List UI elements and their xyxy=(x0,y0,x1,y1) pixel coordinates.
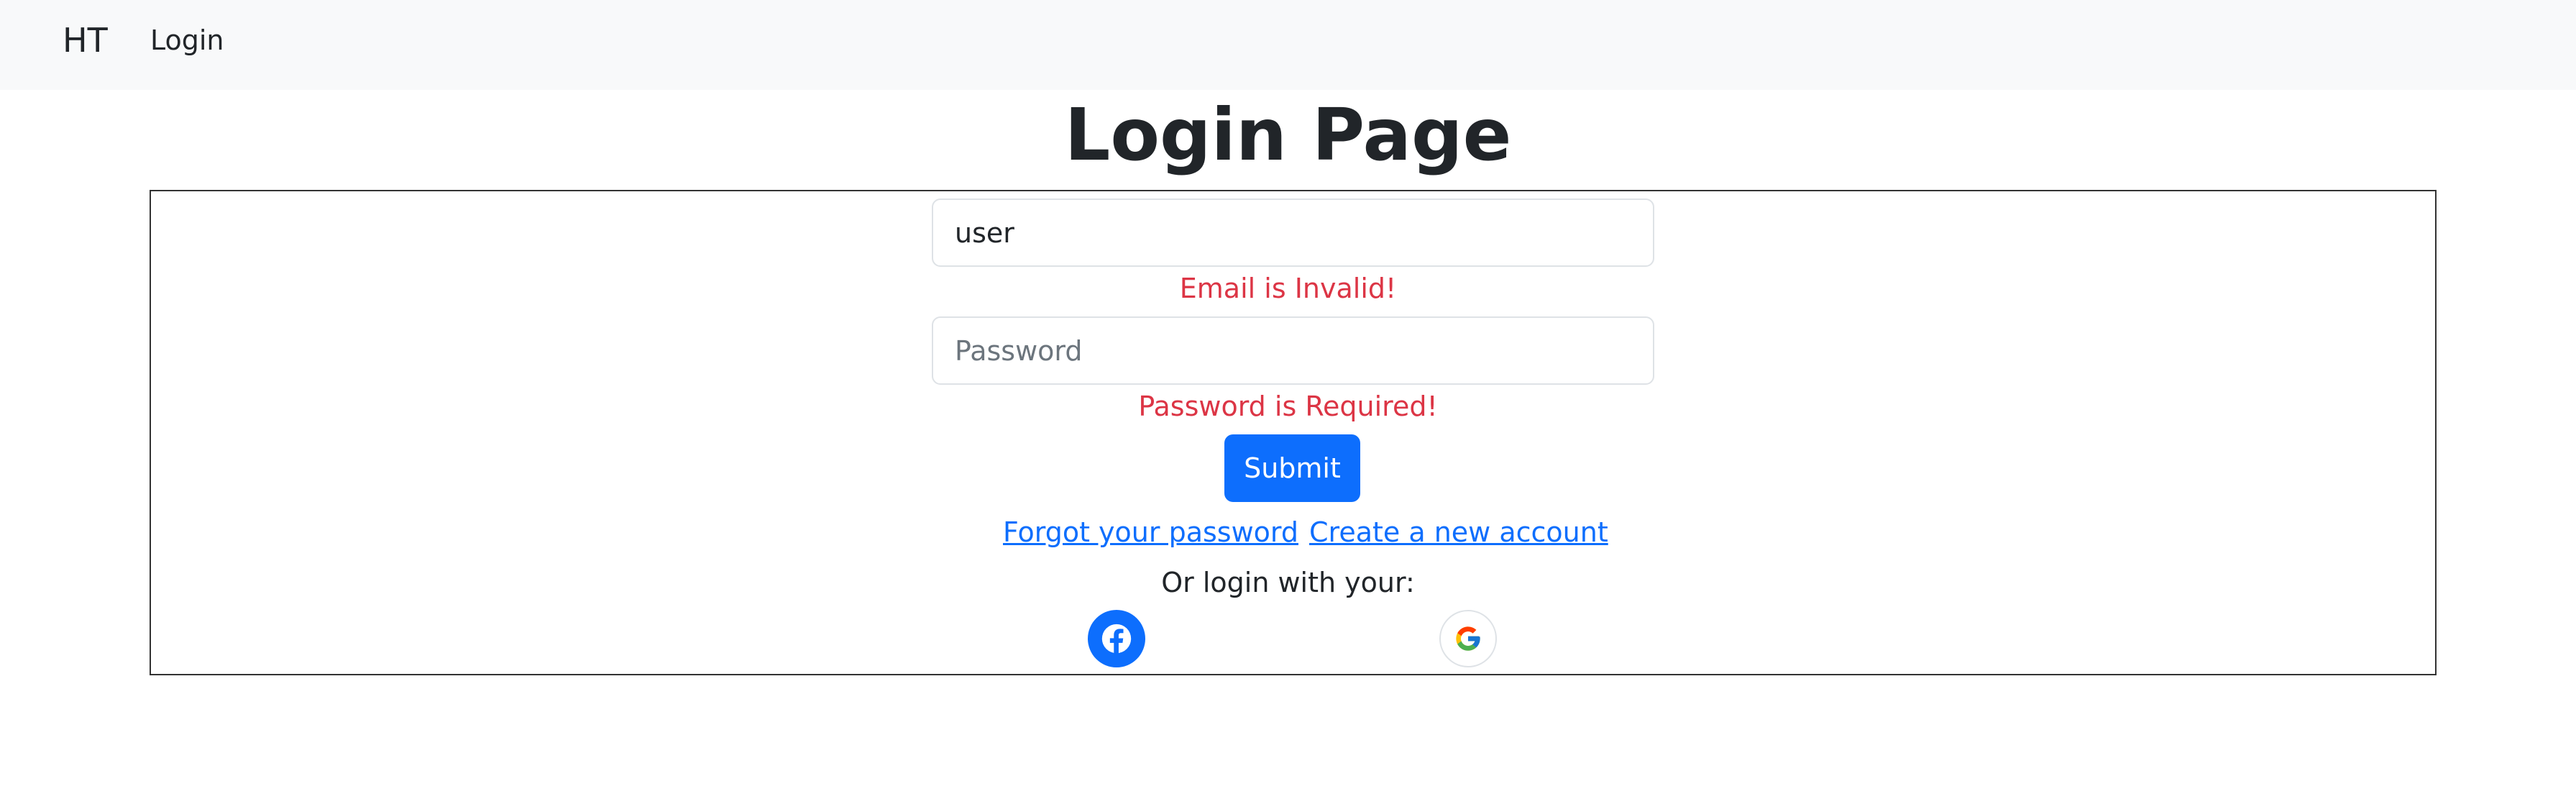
facebook-login-button[interactable] xyxy=(1088,610,1145,667)
navbar: HT Login xyxy=(0,0,2576,90)
or-login-with-text: Or login with your: xyxy=(1161,567,1415,598)
forgot-password-link[interactable]: Forgot your password xyxy=(1003,514,1298,550)
password-input[interactable] xyxy=(932,316,1654,385)
nav-login-link[interactable]: Login xyxy=(150,22,224,59)
page-title: Login Page xyxy=(1064,93,1512,177)
password-error-message: Password is Required! xyxy=(1138,391,1438,422)
navbar-brand[interactable]: HT xyxy=(63,19,108,62)
google-icon xyxy=(1456,626,1480,651)
create-account-link[interactable]: Create a new account xyxy=(1309,514,1608,550)
google-login-button[interactable] xyxy=(1439,610,1497,667)
email-input[interactable] xyxy=(932,198,1654,267)
email-error-message: Email is Invalid! xyxy=(1179,273,1397,304)
facebook-icon xyxy=(1101,624,1132,654)
submit-button[interactable]: Submit xyxy=(1224,434,1360,502)
